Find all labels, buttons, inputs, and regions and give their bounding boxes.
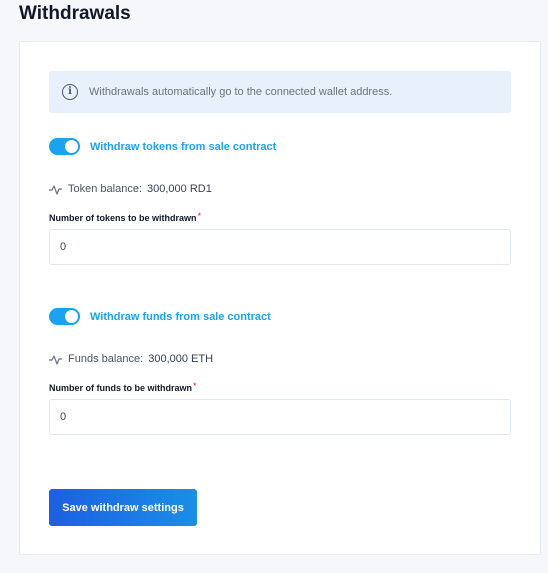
page-title: Withdrawals xyxy=(19,3,131,24)
toggle-knob xyxy=(65,310,78,323)
tokens-field-label: Number of tokens to be withdrawn* xyxy=(49,211,202,223)
token-balance-value: 300,000 RD1 xyxy=(147,183,212,195)
funds-amount-input[interactable] xyxy=(49,399,511,435)
tokens-field-label-text: Number of tokens to be withdrawn xyxy=(49,213,197,223)
withdraw-funds-label[interactable]: Withdraw funds from sale contract xyxy=(90,311,271,323)
required-mark: * xyxy=(193,381,197,391)
tokens-amount-input[interactable] xyxy=(49,229,511,265)
funds-balance-label: Funds balance: xyxy=(68,353,144,365)
funds-balance-value: 300,000 ETH xyxy=(148,353,214,365)
withdrawals-card: i Withdrawals automatically go to the co… xyxy=(19,41,541,555)
funds-balance: Funds balance: 300,000 ETH xyxy=(49,353,213,365)
funds-field-label: Number of funds to be withdrawn* xyxy=(49,381,197,393)
withdraw-tokens-toggle-row[interactable]: Withdraw tokens from sale contract xyxy=(49,138,276,155)
info-banner: i Withdrawals automatically go to the co… xyxy=(49,71,511,113)
withdraw-tokens-toggle[interactable] xyxy=(49,138,80,155)
token-balance: Token balance: 300,000 RD1 xyxy=(49,183,212,195)
required-mark: * xyxy=(197,211,202,221)
save-withdraw-settings-button[interactable]: Save withdraw settings xyxy=(49,489,197,526)
info-text: Withdrawals automatically go to the conn… xyxy=(89,86,393,98)
withdraw-tokens-label[interactable]: Withdraw tokens from sale contract xyxy=(90,141,276,153)
info-icon: i xyxy=(62,84,78,100)
withdraw-funds-toggle[interactable] xyxy=(49,308,80,325)
activity-icon xyxy=(49,354,62,365)
funds-field-label-text: Number of funds to be withdrawn xyxy=(49,383,192,393)
withdraw-funds-toggle-row[interactable]: Withdraw funds from sale contract xyxy=(49,308,271,325)
activity-icon xyxy=(49,184,62,195)
token-balance-label: Token balance: xyxy=(68,183,142,195)
toggle-knob xyxy=(65,140,78,153)
